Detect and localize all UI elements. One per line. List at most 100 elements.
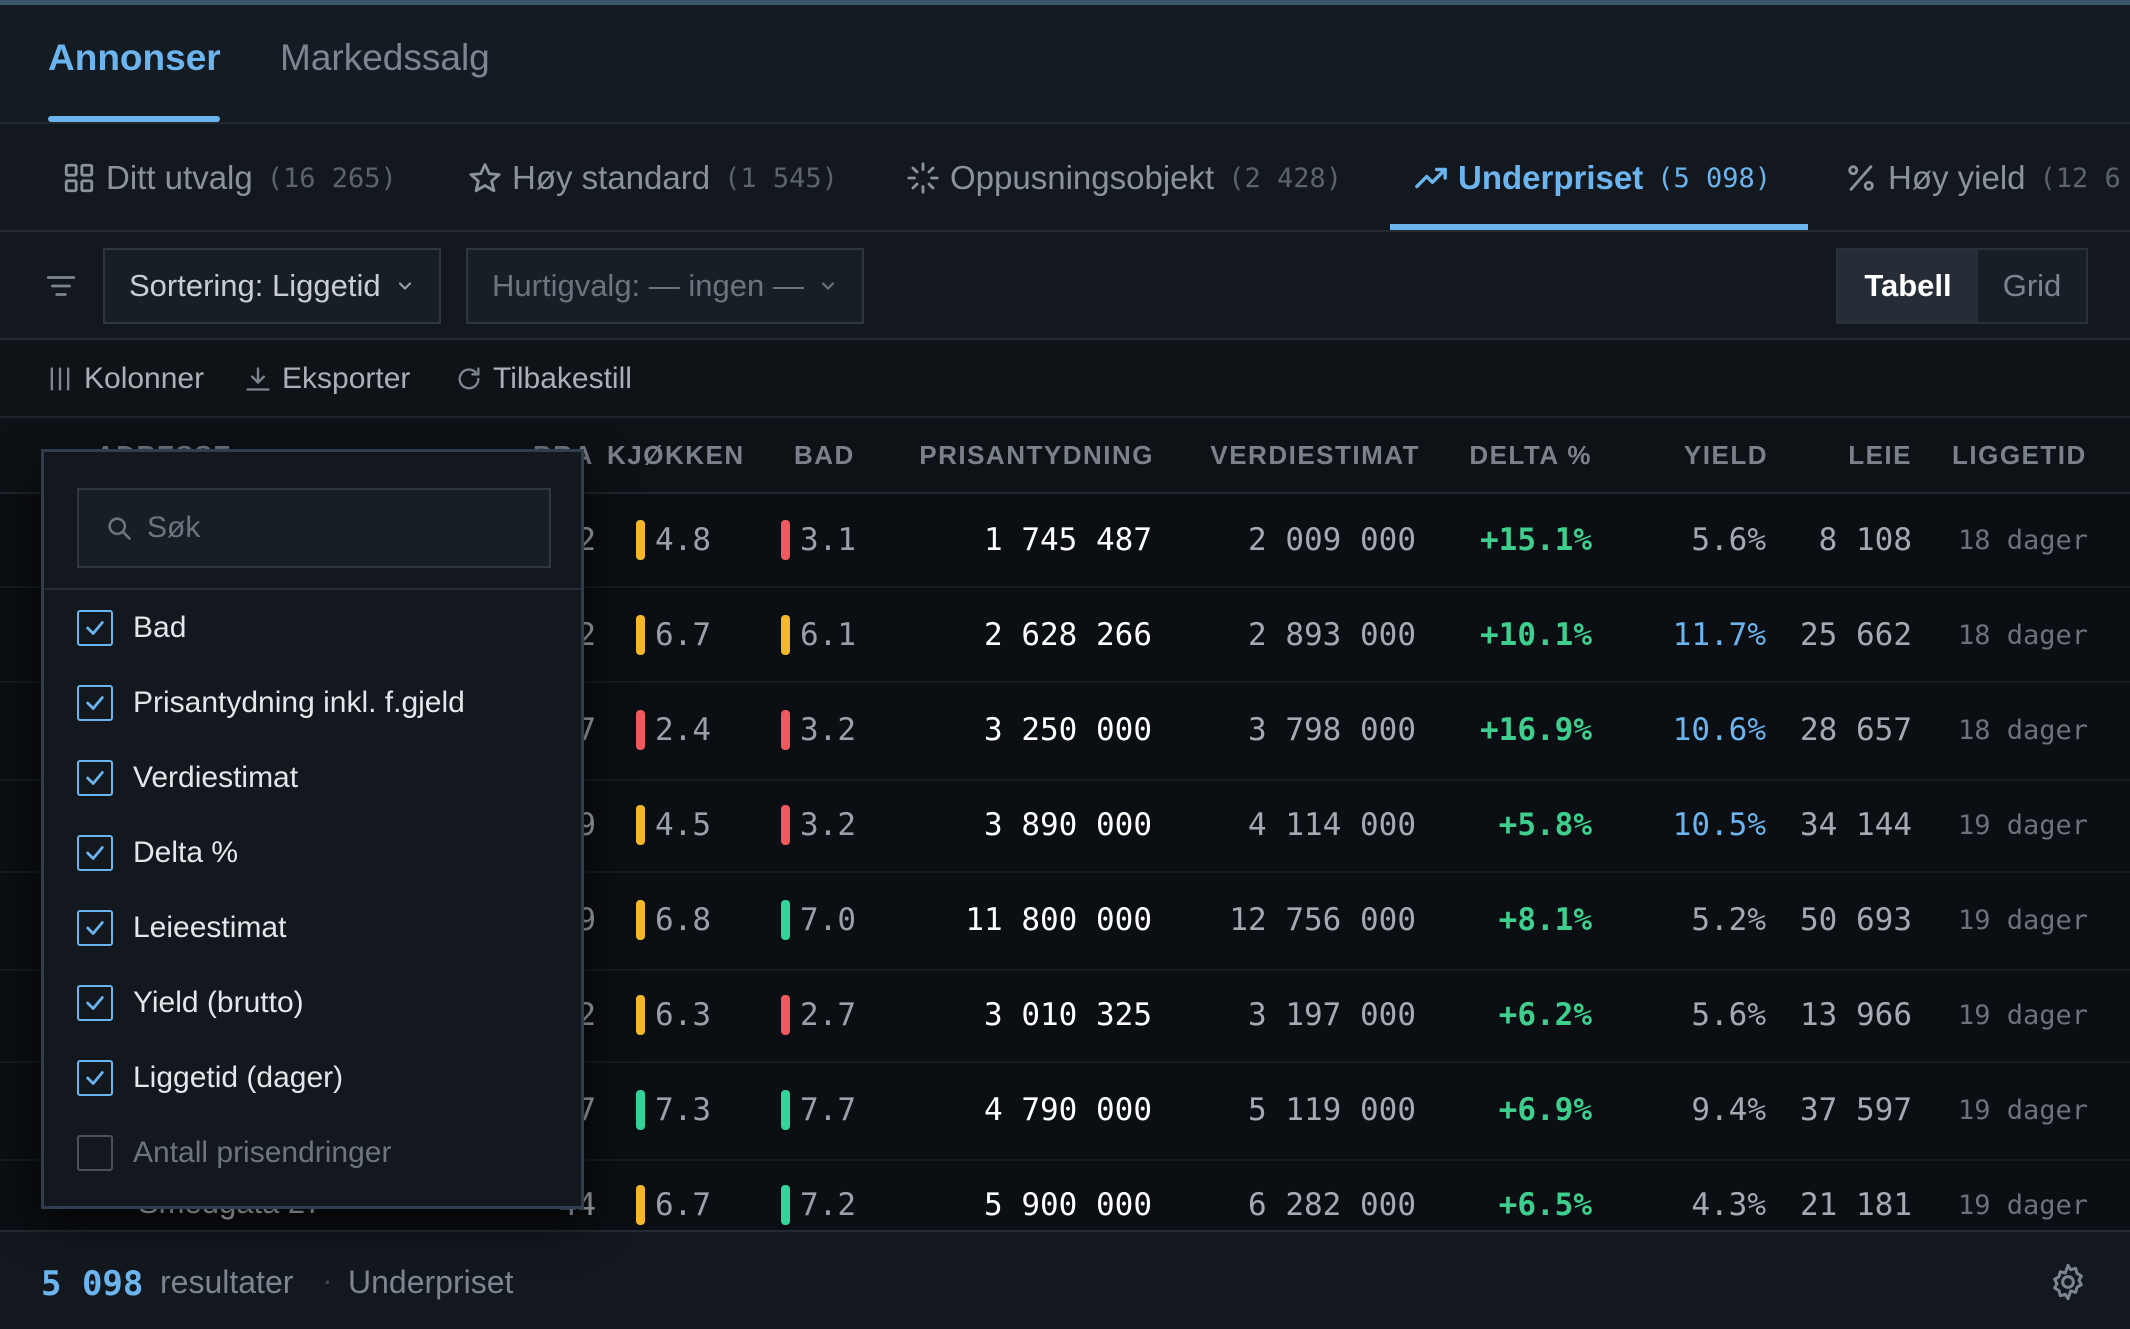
col-header-estimate[interactable]: VERDIESTIMAT: [1180, 440, 1420, 471]
refresh-icon: [458, 367, 480, 390]
kitchen-score: 6.7: [655, 617, 711, 653]
kitchen-score-cell: 4.5: [636, 805, 711, 845]
rent-cell: 28 657: [1800, 712, 1912, 748]
checkbox[interactable]: [77, 835, 113, 871]
checkbox[interactable]: [77, 985, 113, 1021]
column-option-label: Antall prisendringer: [133, 1136, 392, 1169]
column-option[interactable]: Liggetid (dager): [77, 1058, 343, 1098]
delta-cell: +8.1%: [1498, 902, 1592, 938]
preset-tab-hoy-yield[interactable]: Høy yield (12 6: [1844, 154, 2121, 202]
bath-score: 3.2: [800, 807, 856, 843]
score-indicator: [636, 1185, 645, 1225]
checkbox[interactable]: [77, 760, 113, 796]
delta-cell: +6.9%: [1498, 1092, 1592, 1128]
view-table-button[interactable]: Tabell: [1838, 250, 1978, 322]
column-option[interactable]: Prisantydning inkl. f.gjeld: [77, 683, 465, 723]
yield-cell: 11.7%: [1672, 617, 1766, 653]
preset-count: (12 6: [2039, 162, 2121, 194]
checkbox[interactable]: [77, 910, 113, 946]
price-cell: 1 745 487: [984, 522, 1152, 558]
main-tabs: Annonser Markedssalg: [0, 5, 2130, 124]
chevron-down-icon: [398, 282, 411, 290]
col-header-kitchen[interactable]: KJØKKEN: [607, 440, 745, 471]
search-icon: [108, 517, 131, 540]
estimate-cell: 12 756 000: [1229, 902, 1416, 938]
score-indicator: [781, 710, 790, 750]
delta-cell: +15.1%: [1480, 522, 1592, 558]
view-grid-button[interactable]: Grid: [1978, 250, 2086, 322]
col-header-yield[interactable]: YIELD: [1620, 440, 1768, 471]
column-option-label: Yield (brutto): [133, 986, 304, 1019]
days-cell: 18 dager: [1957, 620, 2088, 651]
reset-button[interactable]: Tilbakestill: [455, 360, 632, 398]
column-option-label: Verdiestimat: [133, 761, 299, 794]
column-option[interactable]: Yield (brutto): [77, 983, 304, 1023]
filter-icon[interactable]: [44, 269, 78, 303]
preset-tab-hoy-standard[interactable]: Høy standard (1 545): [468, 154, 838, 202]
days-cell: 19 dager: [1957, 1095, 2088, 1126]
reset-label: Tilbakestill: [493, 362, 632, 395]
result-count: 5 098: [41, 1264, 144, 1304]
sort-select[interactable]: Sortering: Liggetid: [103, 248, 441, 324]
preset-tab-ditt-utvalg[interactable]: Ditt utvalg (16 265): [62, 154, 397, 202]
export-button[interactable]: Eksporter: [244, 360, 410, 398]
checkmark-icon: [86, 921, 104, 935]
rent-cell: 37 597: [1800, 1092, 1912, 1128]
column-option[interactable]: Verdiestimat: [77, 758, 298, 798]
tab-markedssalg[interactable]: Markedssalg: [280, 37, 490, 79]
col-header-delta[interactable]: DELTA %: [1440, 440, 1592, 471]
preset-count: (16 265): [266, 162, 397, 194]
column-search-placeholder: Søk: [147, 511, 201, 544]
column-option[interactable]: Leieestimat: [77, 908, 286, 948]
quick-select[interactable]: Hurtigvalg: — ingen —: [466, 248, 864, 324]
col-header-rent[interactable]: LEIE: [1790, 440, 1912, 471]
preset-tabs: Ditt utvalg (16 265) Høy standard (1 545…: [0, 124, 2130, 232]
column-option-label: Liggetid (dager): [133, 1061, 344, 1094]
columns-button[interactable]: Kolonner: [46, 360, 204, 398]
column-option-label: Delta %: [133, 836, 239, 869]
checkbox[interactable]: [77, 1060, 113, 1096]
active-preset-indicator: [1390, 224, 1808, 230]
col-header-bath[interactable]: BAD: [794, 440, 855, 471]
column-search-input[interactable]: Søk: [77, 488, 551, 568]
delta-cell: +10.1%: [1480, 617, 1592, 653]
chevron-down-icon: [821, 282, 834, 290]
column-option-label: Bad: [133, 611, 187, 644]
column-option[interactable]: Delta %: [77, 833, 238, 873]
preset-count: (1 545): [724, 162, 838, 194]
app-root: Annonser Markedssalg Ditt utvalg (16 265…: [0, 0, 2130, 1329]
kitchen-score-cell: 4.8: [636, 520, 711, 560]
bath-score: 7.7: [800, 1092, 856, 1128]
columns-label: Kolonner: [84, 362, 205, 395]
col-header-price[interactable]: PRISANTYDNING: [900, 440, 1154, 471]
kitchen-score: 4.5: [655, 807, 711, 843]
checkbox[interactable]: [77, 1135, 113, 1171]
preset-label: Høy yield: [1888, 159, 2026, 196]
column-option-label: Prisantydning inkl. f.gjeld: [133, 686, 465, 719]
status-footer: 5 098 resultater · Underpriset: [0, 1230, 2130, 1329]
tab-annonser[interactable]: Annonser: [48, 37, 221, 79]
score-indicator: [636, 615, 645, 655]
col-header-days[interactable]: LIGGETID: [1952, 440, 2087, 471]
checkmark-icon: [86, 621, 104, 635]
bath-score-cell: 3.1: [781, 520, 856, 560]
score-indicator: [781, 900, 790, 940]
checkbox[interactable]: [77, 610, 113, 646]
bath-score-cell: 6.1: [781, 615, 856, 655]
bath-score: 3.1: [800, 522, 856, 558]
gear-icon[interactable]: [2048, 1262, 2088, 1302]
checkbox[interactable]: [77, 685, 113, 721]
bath-score-cell: 3.2: [781, 710, 856, 750]
filter-bar: Sortering: Liggetid Hurtigvalg: — ingen …: [0, 232, 2130, 340]
column-option[interactable]: Bad: [77, 608, 186, 648]
delta-cell: +6.2%: [1498, 997, 1592, 1033]
bath-score-cell: 7.7: [781, 1090, 856, 1130]
column-option[interactable]: Antall prisendringer: [77, 1133, 391, 1173]
active-tab-indicator: [48, 116, 220, 122]
days-cell: 18 dager: [1957, 525, 2088, 556]
preset-tab-oppusningsobjekt[interactable]: Oppusningsobjekt (2 428): [906, 154, 1342, 202]
view-toggle: Tabell Grid: [1836, 248, 2088, 324]
checkmark-icon: [86, 696, 104, 710]
preset-tab-underpriset[interactable]: Underpriset (5 098): [1414, 154, 1771, 202]
rent-cell: 25 662: [1800, 617, 1912, 653]
